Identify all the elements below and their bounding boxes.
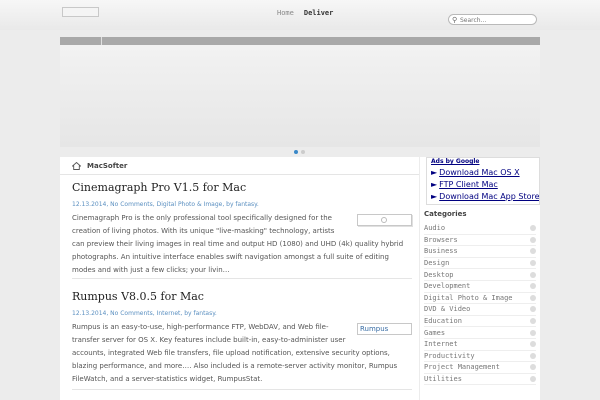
category-label[interactable]: Internet	[424, 340, 458, 348]
category-item[interactable]: Education	[424, 316, 536, 328]
category-item[interactable]: Project Management	[424, 362, 536, 374]
breadcrumb: MacSofter	[72, 162, 127, 170]
circle-arrow-icon	[530, 318, 536, 325]
category-item[interactable]: Digital Photo & Image	[424, 293, 536, 305]
featured-slider[interactable]	[60, 37, 540, 147]
circle-arrow-icon	[530, 341, 536, 348]
post-excerpt: Rumpus is an easy-to-use, high-performan…	[72, 323, 398, 383]
post-title[interactable]: Cinemagraph Pro V1.5 for Mac	[72, 181, 412, 194]
categories-title: Categories	[424, 210, 467, 218]
category-item[interactable]: Design	[424, 258, 536, 270]
category-item[interactable]: DVD & Video	[424, 304, 536, 316]
breadcrumb-title: MacSofter	[87, 162, 128, 170]
post-divider	[72, 389, 412, 390]
circle-arrow-icon	[530, 248, 536, 255]
circle-arrow-icon	[530, 376, 536, 383]
circle-arrow-icon	[530, 225, 536, 232]
category-item[interactable]: Business	[424, 246, 536, 258]
ad-link[interactable]: ► FTP Client Mac	[431, 180, 539, 189]
category-label[interactable]: Digital Photo & Image	[424, 294, 513, 302]
circle-arrow-icon	[530, 236, 536, 243]
categories-list: Audio Browsers Business Design Desktop D…	[424, 223, 536, 386]
ad-link-label[interactable]: FTP Client Mac	[439, 180, 498, 189]
arrow-icon: ►	[431, 192, 438, 201]
category-label[interactable]: Project Management	[424, 363, 500, 371]
circle-arrow-icon	[530, 271, 536, 278]
circle-arrow-icon	[530, 352, 536, 359]
post-divider	[72, 278, 412, 279]
post-thumbnail[interactable]	[357, 214, 412, 226]
main-nav: Home Deliver	[277, 9, 333, 17]
post-excerpt: Cinemagraph Pro is the only professional…	[72, 214, 404, 274]
circle-arrow-icon	[530, 294, 536, 301]
circle-arrow-icon	[530, 306, 536, 313]
category-item[interactable]: Utilities	[424, 374, 536, 386]
post-thumbnail[interactable]: Rumpus	[357, 323, 412, 335]
slider-pagination	[294, 150, 305, 154]
search-input[interactable]	[460, 16, 534, 24]
slider-dot-1[interactable]	[294, 150, 298, 154]
top-bar: Home Deliver ⚲	[0, 0, 600, 30]
search-box: ⚲	[448, 14, 537, 25]
category-item[interactable]: Desktop	[424, 269, 536, 281]
post-meta[interactable]: 12.13.2014, No Comments, Internet, by fa…	[72, 310, 412, 317]
ad-link-label[interactable]: Download Mac App Store	[439, 192, 539, 201]
home-icon[interactable]	[72, 162, 81, 170]
site-logo[interactable]	[62, 7, 99, 17]
category-item[interactable]: Browsers	[424, 235, 536, 247]
post-excerpt-container: Rumpus Rumpus is an easy-to-use, high-pe…	[72, 321, 412, 386]
slider-dot-2[interactable]	[301, 150, 305, 154]
search-icon: ⚲	[452, 16, 458, 24]
category-item[interactable]: Internet	[424, 339, 536, 351]
category-label[interactable]: Utilities	[424, 375, 462, 383]
post-excerpt-container: Cinemagraph Pro is the only professional…	[72, 212, 412, 277]
category-label[interactable]: Audio	[424, 224, 445, 232]
nav-deliver[interactable]: Deliver	[304, 9, 334, 17]
divider	[60, 174, 419, 175]
post-2: Rumpus V8.0.5 for Mac 12.13.2014, No Com…	[72, 290, 412, 386]
category-label[interactable]: Productivity	[424, 352, 475, 360]
category-label[interactable]: Games	[424, 329, 445, 337]
loading-icon	[381, 217, 387, 223]
category-label[interactable]: Desktop	[424, 271, 454, 279]
post-1: Cinemagraph Pro V1.5 for Mac 12.13.2014,…	[72, 181, 412, 277]
category-label[interactable]: Business	[424, 247, 458, 255]
category-label[interactable]: Browsers	[424, 236, 458, 244]
category-label[interactable]: Education	[424, 317, 462, 325]
ads-box: Ads by Google ► Download Mac OS X ► FTP Cl…	[426, 157, 540, 205]
circle-arrow-icon	[530, 329, 536, 336]
category-label[interactable]: DVD & Video	[424, 305, 470, 313]
circle-arrow-icon	[530, 283, 536, 290]
main-content: MacSofter Cinemagraph Pro V1.5 for Mac 1…	[60, 157, 419, 400]
category-label[interactable]: Design	[424, 259, 449, 267]
circle-arrow-icon	[530, 364, 536, 371]
post-title[interactable]: Rumpus V8.0.5 for Mac	[72, 290, 412, 303]
circle-arrow-icon	[530, 260, 536, 267]
ad-link[interactable]: ► Download Mac App Store	[431, 192, 539, 201]
sidebar: Ads by Google ► Download Mac OS X ► FTP Cl…	[420, 157, 540, 400]
category-label[interactable]: Development	[424, 282, 470, 290]
post-meta[interactable]: 12.13.2014, No Comments, Digital Photo &…	[72, 201, 412, 208]
ads-title[interactable]: Ads by Google	[431, 158, 479, 165]
ad-link-label[interactable]: Download Mac OS X	[439, 168, 519, 177]
nav-home[interactable]: Home	[277, 9, 294, 17]
category-item[interactable]: Audio	[424, 223, 536, 235]
category-item[interactable]: Development	[424, 281, 536, 293]
slider-divider	[101, 37, 102, 45]
ad-link[interactable]: ► Download Mac OS X	[431, 168, 539, 177]
arrow-icon: ►	[431, 180, 438, 189]
arrow-icon: ►	[431, 168, 438, 177]
category-item[interactable]: Productivity	[424, 351, 536, 363]
category-item[interactable]: Games	[424, 327, 536, 339]
